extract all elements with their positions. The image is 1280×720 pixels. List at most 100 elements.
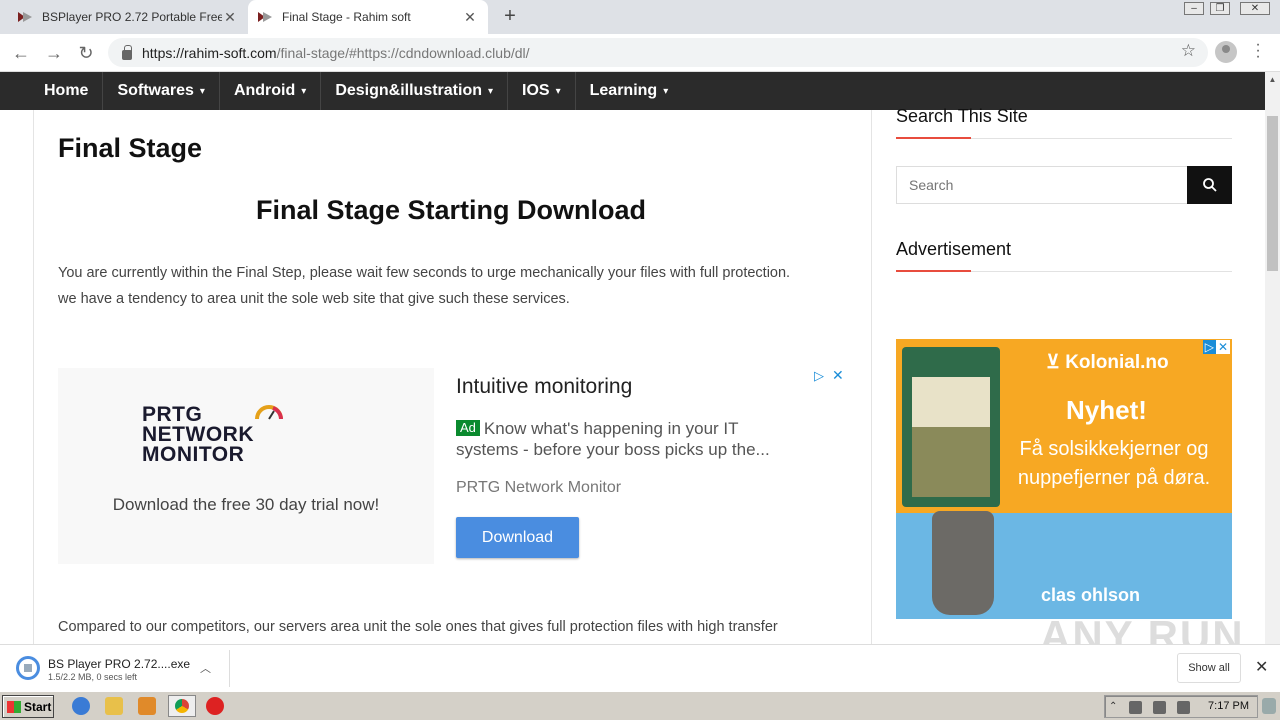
tab-close-icon[interactable]: ✕ (222, 9, 238, 26)
ad-body-text: Know what's happening in your IT systems… (456, 419, 770, 459)
url-host: https://rahim-soft.com (142, 44, 277, 61)
lint-remover-image (932, 511, 994, 615)
network-icon[interactable] (1129, 701, 1142, 714)
maximize-icon[interactable]: ❐ (1210, 2, 1230, 15)
chrome-taskbar-button[interactable] (168, 695, 196, 717)
browser-toolbar: ← → ↻ https://rahim-soft.com/final-stage… (0, 34, 1280, 72)
page-title: Final Stage (58, 133, 203, 163)
chevron-down-icon: ▾ (488, 85, 494, 97)
ad-news: Nyhet! (1066, 395, 1147, 425)
sidebar-ad-banner[interactable]: ⊻ Kolonial.no Nyhet! Få solsikkekjerner … (896, 339, 1232, 619)
ad-close-icon[interactable]: ✕ (832, 367, 844, 384)
logo-line: PRTG (142, 403, 203, 426)
flag-icon[interactable] (1177, 701, 1190, 714)
ad-text: Få solsikkekjerner og nuppefjerner på dø… (1017, 438, 1211, 489)
close-window-icon[interactable]: ✕ (1240, 2, 1270, 15)
widget-title-text: Search This Site (896, 106, 1028, 126)
reload-icon[interactable]: ↻ (75, 42, 97, 64)
nav-learning[interactable]: Learning ▾ (576, 72, 683, 110)
media-player-icon[interactable] (138, 697, 156, 715)
download-heading: Final Stage Starting Download (255, 195, 647, 225)
search-button[interactable] (1187, 166, 1232, 204)
profile-avatar-icon[interactable] (1215, 41, 1237, 63)
tab-bsplayer[interactable]: BSPlayer PRO 2.72 Portable Free Do ✕ (8, 0, 248, 34)
nav-label: Android (233, 82, 296, 99)
nav-design[interactable]: Design&illustration ▾ (321, 72, 509, 110)
nav-label: Design&illustration (335, 82, 482, 99)
show-desktop-icon[interactable] (1262, 698, 1276, 714)
download-file-icon (16, 656, 40, 680)
chevron-down-icon: ▾ (555, 85, 561, 97)
nav-label: Softwares (117, 82, 194, 99)
ad-widget-title: Advertisement (896, 239, 1232, 272)
ad-download-button[interactable]: Download (456, 517, 579, 558)
nav-label: Learning (589, 82, 658, 99)
lock-icon (122, 44, 132, 60)
scroll-up-icon[interactable]: ▲ (1265, 72, 1280, 87)
tray-expand-icon[interactable]: ⌃ (1109, 701, 1122, 714)
download-file-name[interactable]: BS Player PRO 2.72....exe (48, 657, 190, 671)
forward-icon[interactable]: → (43, 42, 65, 64)
scroll-thumb[interactable] (1267, 116, 1278, 271)
volume-icon[interactable] (1153, 701, 1166, 714)
bookmark-star-icon[interactable]: ☆ (1181, 41, 1196, 61)
ad-source[interactable]: PRTG Network Monitor (456, 479, 621, 497)
address-bar[interactable]: https://rahim-soft.com/final-stage/#http… (108, 38, 1208, 67)
brand-mark-icon: ⊻ (1046, 352, 1066, 373)
folder-icon[interactable] (105, 697, 123, 715)
ad-tagline[interactable]: Download the free 30 day trial now! (58, 495, 434, 515)
minimize-icon[interactable]: – (1184, 2, 1204, 15)
clock[interactable]: 7:17 PM (1208, 700, 1249, 712)
close-download-bar-icon[interactable]: ✕ (1255, 657, 1268, 677)
start-button[interactable]: Start (2, 695, 54, 718)
chrome-icon (175, 699, 189, 713)
taskbar: Start ⌃ 7:17 PM (0, 691, 1280, 720)
bottom-paragraph: Compared to our competitors, our servers… (58, 619, 778, 635)
show-all-button[interactable]: Show all (1177, 653, 1241, 683)
search-icon (1202, 178, 1217, 192)
start-label: Start (24, 699, 52, 714)
search-input[interactable] (896, 166, 1188, 204)
ad-image-panel[interactable] (58, 368, 434, 564)
ad-choices-icon[interactable]: ▷ (814, 368, 824, 384)
nav-home[interactable]: Home (30, 72, 104, 110)
divider-accent (896, 137, 971, 139)
divider-accent (896, 270, 971, 272)
seed-package-image (902, 347, 1000, 507)
tab-strip: BSPlayer PRO 2.72 Portable Free Do ✕ Fin… (0, 0, 1280, 34)
stop-icon[interactable] (206, 697, 224, 715)
new-tab-icon[interactable]: + (500, 5, 520, 28)
intro-line: we have a tendency to area unit the sole… (58, 291, 570, 307)
search-widget-title: Search This Site (896, 106, 1232, 139)
logo-line: NETWORK (142, 423, 254, 446)
ad-close-icon[interactable]: ✕ (1215, 340, 1230, 354)
tab-close-icon[interactable]: ✕ (462, 9, 478, 26)
tab-final-stage[interactable]: Final Stage - Rahim soft ✕ (248, 0, 488, 34)
site-favicon-icon (258, 10, 272, 24)
windows-logo-icon (7, 700, 21, 713)
chevron-up-icon[interactable]: ︿ (200, 660, 211, 676)
intro-line: You are currently within the Final Step,… (58, 265, 791, 281)
menu-kebab-icon[interactable]: · · · (1253, 37, 1263, 65)
download-status: 1.5/2.2 MB, 0 secs left (48, 672, 138, 682)
ie-icon[interactable] (72, 697, 90, 715)
nav-ios[interactable]: IOS ▾ (508, 72, 576, 110)
chevron-down-icon: ▾ (663, 85, 669, 97)
package-seeds (912, 427, 990, 497)
divider (229, 650, 230, 687)
nav-label: Home (44, 82, 89, 99)
back-icon[interactable]: ← (10, 42, 32, 64)
prtg-logo: PRTG NETWORK MONITOR (142, 403, 254, 465)
ad-brand-text: Kolonial.no (1065, 352, 1169, 373)
gauge-icon (255, 405, 283, 420)
chevron-down-icon: ▾ (301, 85, 307, 97)
ad-store: clas ohlson (1041, 585, 1141, 605)
ad-headline[interactable]: Intuitive monitoring (456, 375, 632, 399)
nav-android[interactable]: Android ▾ (220, 72, 322, 110)
page-scrollbar[interactable]: ▲ (1265, 72, 1280, 644)
ad-choices-icon[interactable]: ▷ (1202, 340, 1216, 354)
tab-title: Final Stage - Rahim soft (282, 10, 411, 24)
nav-softwares[interactable]: Softwares ▾ (103, 72, 220, 110)
site-nav: Home Softwares ▾ Android ▾ Design&illustra… (0, 72, 1265, 110)
download-bar: BS Player PRO 2.72....exe 1.5/2.2 MB, 0 … (0, 644, 1280, 691)
